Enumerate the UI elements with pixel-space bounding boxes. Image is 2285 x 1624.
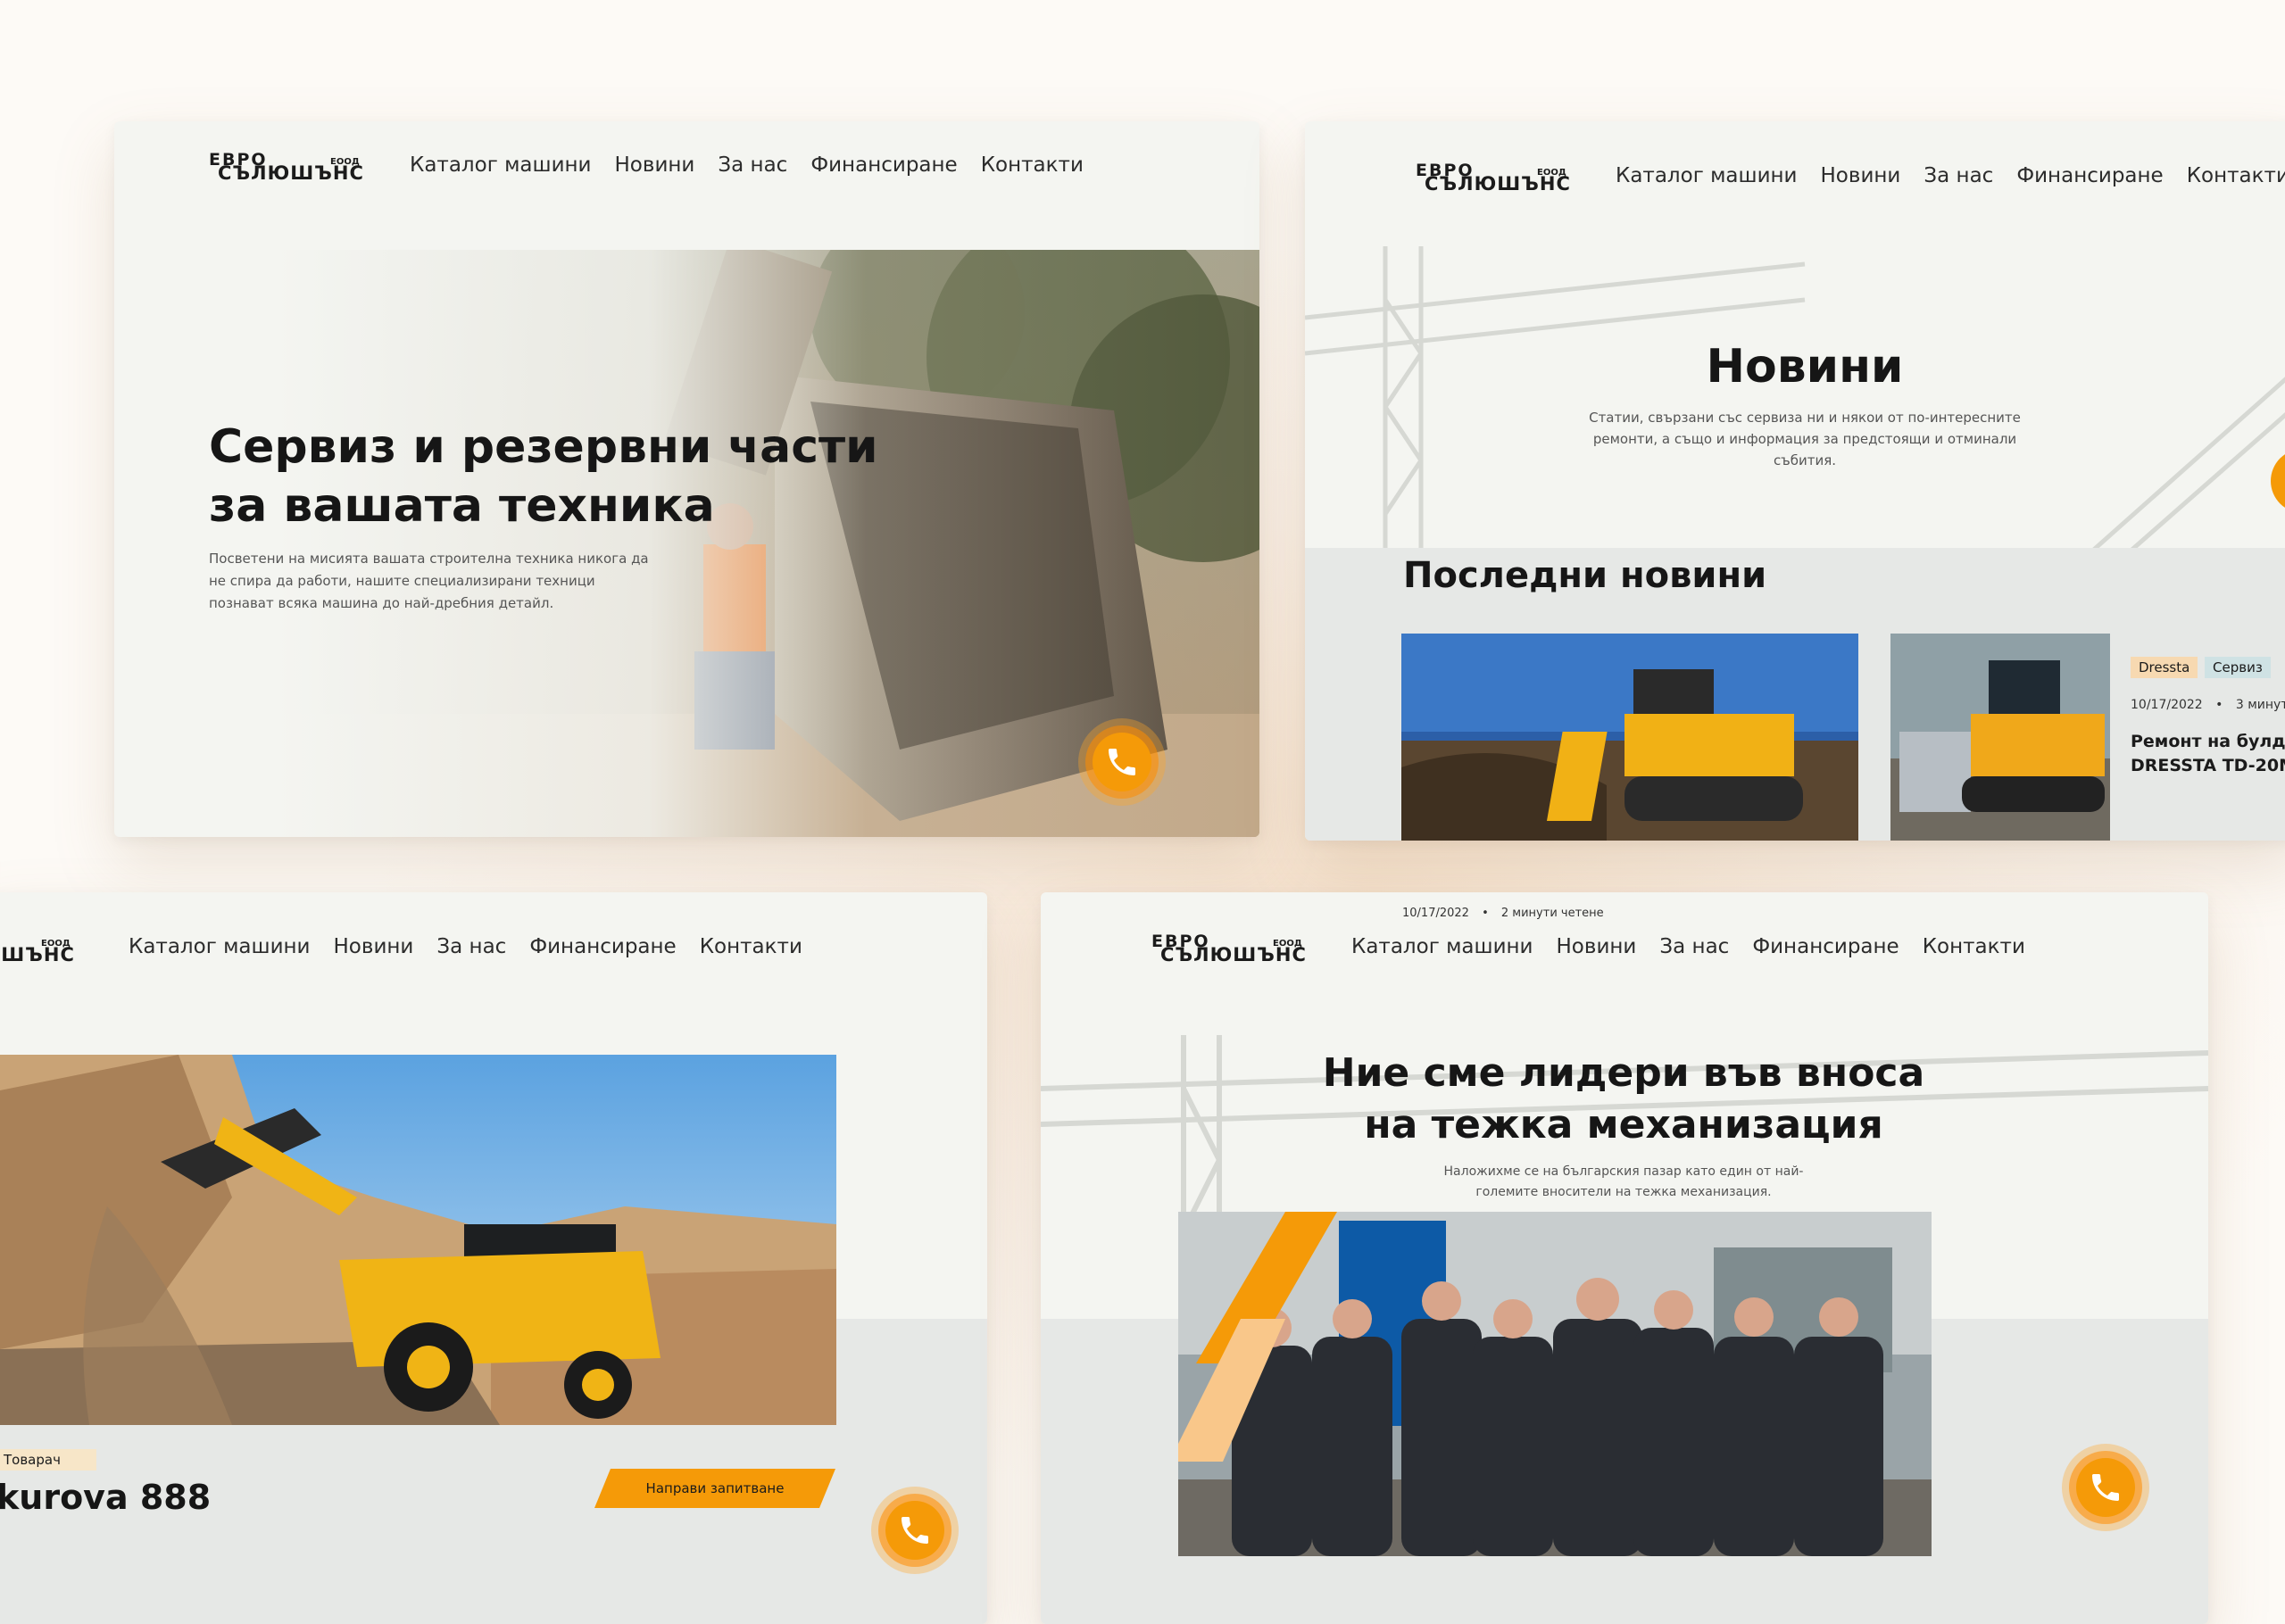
nav-news[interactable]: Новини — [615, 153, 695, 177]
main-nav: Каталог машини Новини За нас Финансиране… — [1351, 935, 2025, 958]
news-card-image-bulldozer[interactable] — [1401, 634, 1858, 841]
news-card-image-dressta[interactable] — [1890, 634, 2110, 841]
article-title[interactable]: Ремонт на булдоз DRESSTA TD-20M — [2131, 730, 2285, 778]
call-button[interactable] — [2271, 449, 2285, 513]
page-title: Новини — [1706, 340, 1904, 394]
logo[interactable]: ЕВРО СЪЛЮШЪНС ЕООД — [0, 933, 74, 965]
product-title: kurova 888 — [0, 1478, 212, 1517]
inquiry-button[interactable]: Направи запитване — [594, 1469, 835, 1508]
nav-financing[interactable]: Финансиране — [2016, 164, 2163, 187]
nav-contacts[interactable]: Контакти — [700, 935, 802, 958]
category-tag[interactable]: Товарач — [0, 1449, 96, 1471]
service-page-panel: ЕВРО СЪЛЮШЪНС ЕООД Каталог машини Новини… — [114, 121, 1259, 837]
nav-catalog[interactable]: Каталог машини — [129, 935, 311, 958]
nav-catalog[interactable]: Каталог машини — [1616, 164, 1798, 187]
call-button[interactable] — [2062, 1444, 2149, 1531]
nav-financing[interactable]: Финансиране — [529, 935, 676, 958]
main-nav: Каталог машини Новини За нас Финансиране… — [1616, 164, 2285, 187]
nav-about[interactable]: За нас — [1924, 164, 1993, 187]
tag-dressta[interactable]: Dressta — [2131, 657, 2198, 678]
nav-catalog[interactable]: Каталог машини — [1351, 935, 1533, 958]
nav-contacts[interactable]: Контакти — [2187, 164, 2285, 187]
nav-news[interactable]: Новини — [1821, 164, 1901, 187]
nav-about[interactable]: За нас — [436, 935, 506, 958]
main-nav: Каталог машини Новини За нас Финансиране… — [410, 153, 1084, 177]
logo[interactable]: ЕВРО СЪЛЮШЪНС ЕООД — [209, 152, 363, 183]
backhoe-loader-photo — [0, 1055, 836, 1425]
page-subtitle: Статии, свързани със сервиза ни и някои … — [1589, 410, 2021, 468]
main-nav: Каталог машини Новини За нас Финансиране… — [129, 935, 802, 958]
tag-service[interactable]: Сервиз — [2205, 657, 2271, 678]
hero-description: Посветени на мисията вашата строителна т… — [209, 551, 649, 611]
nav-contacts[interactable]: Контакти — [981, 153, 1084, 177]
nav-financing[interactable]: Финансиране — [810, 153, 957, 177]
call-button[interactable] — [1078, 718, 1166, 806]
product-page-panel: ЕВРО СЪЛЮШЪНС ЕООД Каталог машини Новини… — [0, 892, 987, 1624]
logo[interactable]: ЕВРО СЪЛЮШЪНС ЕООД — [1416, 162, 1570, 194]
about-page-panel: 10/17/2022 • 2 минути четене ЕВРО СЪЛЮШЪ… — [1041, 892, 2208, 1624]
news-page-panel: ЕВРО СЪЛЮШЪНС ЕООД Каталог машини Новини… — [1305, 121, 2285, 841]
call-button[interactable] — [871, 1487, 959, 1574]
nav-contacts[interactable]: Контакти — [1923, 935, 2025, 958]
hero-title: Сервиз и резервни части за вашата техник… — [209, 420, 878, 533]
logo[interactable]: ЕВРО СЪЛЮШЪНС ЕООД — [1151, 933, 1306, 965]
article-meta: 10/17/2022 • 3 минути ч — [2131, 698, 2285, 712]
latest-news-heading: Последни новини — [1403, 555, 1767, 596]
phone-icon — [902, 1517, 928, 1544]
about-subtitle: Наложихме се на българския пазар като ед… — [1443, 1164, 1804, 1199]
article-meta: 10/17/2022 • 2 минути четене — [1402, 907, 1604, 920]
nav-news[interactable]: Новини — [1557, 935, 1637, 958]
orange-accent-shape — [1178, 1212, 1337, 1462]
nav-about[interactable]: За нас — [1659, 935, 1729, 958]
nav-news[interactable]: Новини — [334, 935, 414, 958]
nav-catalog[interactable]: Каталог машини — [410, 153, 592, 177]
phone-icon — [2092, 1474, 2119, 1501]
nav-about[interactable]: За нас — [718, 153, 787, 177]
about-title: Ние сме лидери във вноса на тежка механи… — [1322, 1050, 1925, 1148]
nav-financing[interactable]: Финансиране — [1752, 935, 1899, 958]
phone-icon — [1109, 749, 1135, 775]
